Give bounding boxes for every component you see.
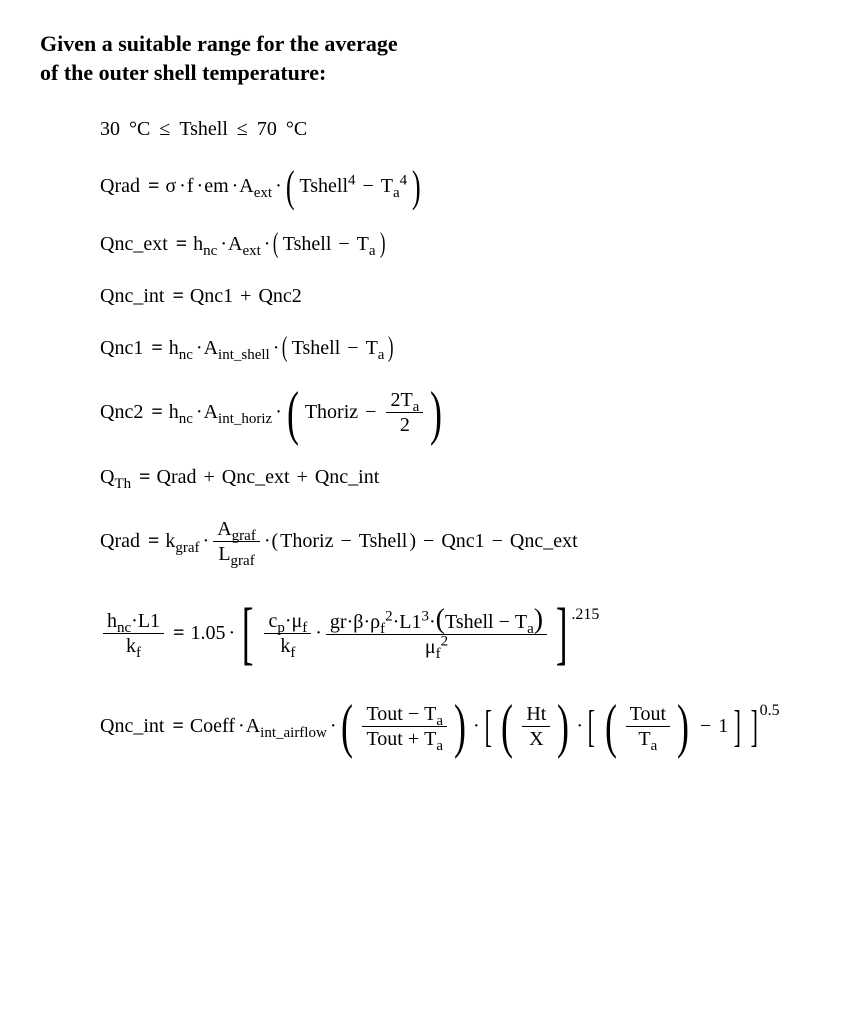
lhs: QTh	[100, 466, 131, 489]
sym-em: em	[204, 175, 228, 198]
ta: Ta	[357, 233, 376, 256]
coef: 1.05	[190, 622, 225, 645]
op-le2: ≤	[237, 118, 248, 141]
eq-qnc-int-coeff: Qnc_int = Coeff · Aint_airflow · ( Tout …	[100, 702, 811, 751]
frac-tout-ta: Tout − Ta Tout + Ta	[362, 702, 447, 751]
unit-high: °C	[286, 118, 307, 141]
lhs-qnc-ext: Qnc_ext	[100, 233, 168, 256]
eq-qnc2: Qnc2 = hnc · Aint_horiz · ( Thoriz − 2Ta…	[100, 388, 811, 437]
const-one: 1	[718, 715, 728, 738]
val-low: 30	[100, 118, 120, 141]
eq-qnc-ext: Qnc_ext = hnc · Aext · ( Tshell − Ta )	[100, 232, 811, 256]
op-le1: ≤	[159, 118, 170, 141]
hnc: hnc	[169, 401, 193, 424]
frac-lhs: hnc·L1 kf	[103, 609, 164, 658]
section-heading: Given a suitable range for the average o…	[40, 30, 811, 87]
rparen-icon: )	[412, 169, 421, 204]
eq-nusselt: hnc·L1 kf = 1.05 · [ cp·μf kf · gr·β·ρf2…	[100, 606, 811, 662]
eq-qth: QTh = Qrad + Qnc_ext + Qnc_int	[100, 465, 811, 489]
ta: Ta	[366, 337, 385, 360]
a-ext: Aext	[239, 175, 272, 198]
hnc: hnc	[193, 233, 217, 256]
sym-f: f	[187, 175, 194, 198]
heading-line-1: Given a suitable range for the average	[40, 31, 398, 56]
kgraf: kgraf	[165, 530, 199, 553]
t3: Qnc_int	[315, 466, 379, 489]
heading-line-2: of the outer shell temperature:	[40, 60, 326, 85]
frac-2ta-2: 2Ta 2	[386, 388, 423, 437]
lhs: Qrad	[100, 530, 140, 553]
a-int-horiz: Aint_horiz	[204, 401, 273, 424]
equations-block: 30 °C ≤ Tshell ≤ 70 °C Qrad = σ · f · em…	[100, 117, 811, 751]
thoriz: Thoriz	[305, 401, 358, 424]
eq-qrad-kgraf: Qrad = kgraf · Agraf Lgraf · ( Thoriz − …	[100, 517, 811, 566]
unit-low: °C	[129, 118, 150, 141]
t2: Qnc_ext	[222, 466, 290, 489]
frac-grashof: gr·β·ρf2·L13·(Tshell − Ta) μf2	[326, 609, 547, 659]
lbracket-icon: [	[242, 606, 254, 662]
a-ext2: Aext	[228, 233, 261, 256]
eq-range: 30 °C ≤ Tshell ≤ 70 °C	[100, 117, 811, 141]
eq-qnc1: Qnc1 = hnc · Aint_shell · ( Tshell − Ta …	[100, 336, 811, 360]
qnc1: Qnc1	[190, 285, 233, 308]
coeff: Coeff	[190, 715, 235, 738]
var-tshell: Tshell	[179, 118, 228, 141]
rbracket-icon: ]	[556, 606, 568, 662]
lhs: Qnc_int	[100, 285, 164, 308]
tshell: Tshell	[292, 337, 341, 360]
eq-qrad: Qrad = σ · f · em · Aext · ( Tshell4 − T…	[100, 169, 811, 204]
hnc: hnc	[169, 337, 193, 360]
a-int-airflow: Aint_airflow	[246, 715, 327, 738]
tshell4: Tshell4	[299, 175, 355, 198]
equals-icon: =	[148, 175, 159, 198]
thoriz: Thoriz	[280, 530, 333, 553]
qnc1: Qnc1	[441, 530, 484, 553]
sym-sigma: σ	[165, 175, 176, 198]
tshell: Tshell	[283, 233, 332, 256]
qnc-ext: Qnc_ext	[510, 530, 578, 553]
exponent: 0.5	[760, 702, 780, 720]
qnc2: Qnc2	[258, 285, 301, 308]
lhs: Qnc1	[100, 337, 143, 360]
a-int-shell: Aint_shell	[204, 337, 270, 360]
eq-qnc-int-sum: Qnc_int = Qnc1 + Qnc2	[100, 284, 811, 308]
val-high: 70	[257, 118, 277, 141]
lhs: Qnc_int	[100, 715, 164, 738]
frac-ht-x: Ht X	[522, 702, 550, 751]
exponent: .215	[571, 606, 599, 624]
t1: Qrad	[157, 466, 197, 489]
frac-cp-kf: cp·μf kf	[264, 609, 311, 658]
frac-tout-ta2: Tout Ta	[626, 702, 670, 751]
tshell: Tshell	[359, 530, 408, 553]
lhs: Qnc2	[100, 401, 143, 424]
lhs-qrad: Qrad	[100, 175, 140, 198]
frac-agraf-lgraf: Agraf Lgraf	[213, 517, 260, 566]
lparen-icon: (	[286, 169, 295, 204]
ta4: Ta4	[381, 175, 407, 198]
